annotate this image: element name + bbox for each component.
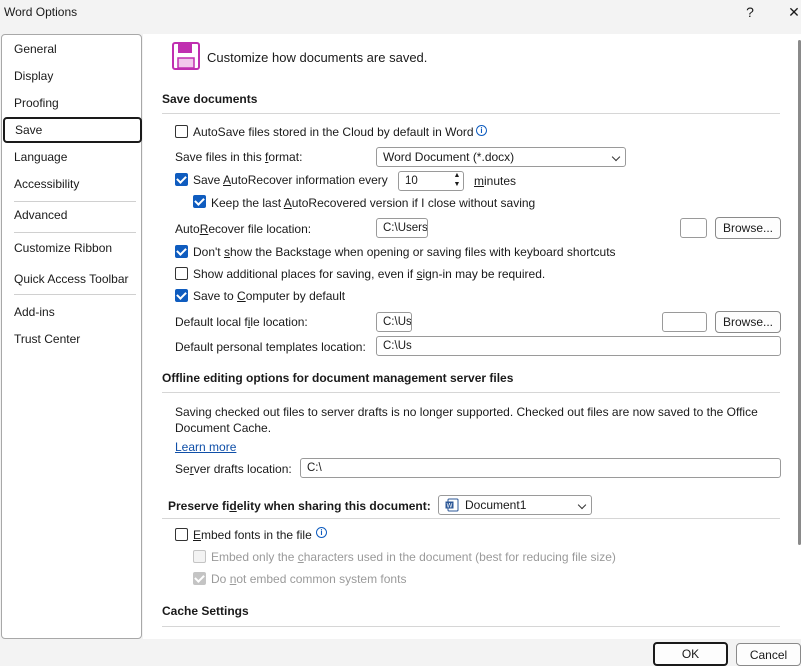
page-title: Customize how documents are saved. [207, 50, 428, 65]
word-document-icon: W [445, 498, 459, 512]
sidebar-item-display[interactable]: Display [2, 63, 141, 89]
autosave-checkbox[interactable] [175, 125, 188, 138]
offline-notice-line1: Saving checked out files to server draft… [175, 405, 758, 419]
sidebar-item-add-ins[interactable]: Add-ins [2, 299, 141, 325]
section-heading-save-documents: Save documents [162, 92, 258, 106]
sidebar-item-proofing[interactable]: Proofing [2, 90, 141, 116]
sidebar-item-advanced[interactable]: Advanced [2, 202, 141, 228]
window-title: Word Options [4, 5, 78, 19]
fidelity-document-select[interactable]: W Document1 [438, 495, 592, 515]
section-divider [162, 113, 780, 114]
help-button[interactable]: ? [736, 1, 764, 23]
sidebar-item-quick-access-toolbar[interactable]: Quick Access Toolbar [2, 266, 141, 292]
autosave-label: AutoSave files stored in the Cloud by de… [193, 125, 474, 139]
info-icon[interactable]: i [476, 125, 487, 136]
floppy-disk-icon [172, 42, 200, 70]
offline-notice-line2: Document Cache. [175, 421, 272, 435]
sidebar-item-trust-center[interactable]: Trust Center [2, 326, 141, 352]
server-drafts-input[interactable]: C:\ [300, 458, 781, 478]
sidebar-item-save[interactable]: Save [3, 117, 142, 143]
save-format-label: Save files in this format: [175, 150, 303, 164]
sidebar-item-customize-ribbon[interactable]: Customize Ribbon [2, 235, 141, 261]
browse-local-location-button[interactable]: Browse... [715, 311, 781, 333]
save-to-computer-checkbox[interactable] [175, 289, 188, 302]
svg-text:W: W [447, 502, 453, 509]
show-additional-places-label: Show additional places for saving, even … [193, 267, 546, 281]
stepper-up-icon[interactable]: ▲ [452, 172, 462, 180]
autorecover-checkbox[interactable] [175, 173, 188, 186]
sidebar-divider [14, 294, 136, 295]
autorecover-location-label: AutoRecover file location: [175, 222, 312, 236]
close-button[interactable]: ✕ [780, 1, 801, 23]
section-divider [162, 626, 780, 627]
default-local-location-input-end[interactable] [662, 312, 707, 332]
autorecover-location-input[interactable]: C:\Users [376, 218, 428, 238]
section-heading-preserve-fidelity: Preserve fidelity when sharing this docu… [168, 499, 431, 513]
sidebar-item-general[interactable]: General [2, 36, 141, 62]
templates-location-input[interactable]: C:\Us [376, 336, 781, 356]
embed-fonts-label: Embed fonts in the file [193, 528, 312, 542]
chevron-down-icon [577, 500, 587, 510]
section-divider [162, 518, 780, 519]
default-local-location-input[interactable]: C:\Us [376, 312, 412, 332]
section-heading-offline-editing: Offline editing options for document man… [162, 371, 514, 385]
embed-fonts-checkbox[interactable] [175, 528, 188, 541]
section-heading-cache-settings: Cache Settings [162, 604, 249, 618]
sidebar-item-language[interactable]: Language [2, 144, 141, 170]
chevron-down-icon [611, 152, 621, 162]
do-not-embed-common-fonts-label: Do not embed common system fonts [211, 572, 407, 586]
dont-show-backstage-checkbox[interactable] [175, 245, 188, 258]
server-drafts-label: Server drafts location: [175, 462, 292, 476]
section-divider [162, 392, 780, 393]
sidebar: General Display Proofing Save Language A… [1, 34, 142, 639]
autorecover-label: Save AutoRecover information every [193, 173, 388, 187]
cancel-button[interactable]: Cancel [736, 643, 801, 666]
learn-more-link[interactable]: Learn more [175, 440, 236, 454]
default-local-location-label: Default local file location: [175, 315, 308, 329]
ok-button[interactable]: OK [653, 642, 728, 666]
info-icon[interactable]: i [316, 527, 327, 538]
dont-show-backstage-label: Don't show the Backstage when opening or… [193, 245, 616, 259]
sidebar-item-accessibility[interactable]: Accessibility [2, 171, 141, 197]
do-not-embed-common-fonts-checkbox[interactable] [193, 572, 206, 585]
keep-last-autorecovered-checkbox[interactable] [193, 195, 206, 208]
keep-last-autorecovered-label: Keep the last AutoRecovered version if I… [211, 196, 536, 210]
embed-only-used-characters-checkbox[interactable] [193, 550, 206, 563]
save-format-select[interactable]: Word Document (*.docx) [376, 147, 626, 167]
save-to-computer-label: Save to Computer by default [193, 289, 346, 303]
browse-autorecover-button[interactable]: Browse... [715, 217, 781, 239]
templates-location-label: Default personal templates location: [175, 340, 366, 354]
show-additional-places-checkbox[interactable] [175, 267, 188, 280]
embed-only-used-characters-label: Embed only the characters used in the do… [211, 550, 616, 564]
minutes-label: minutes [474, 174, 517, 188]
stepper-down-icon[interactable]: ▼ [452, 181, 462, 189]
sidebar-divider [14, 232, 136, 233]
autorecover-location-input-end[interactable] [680, 218, 707, 238]
